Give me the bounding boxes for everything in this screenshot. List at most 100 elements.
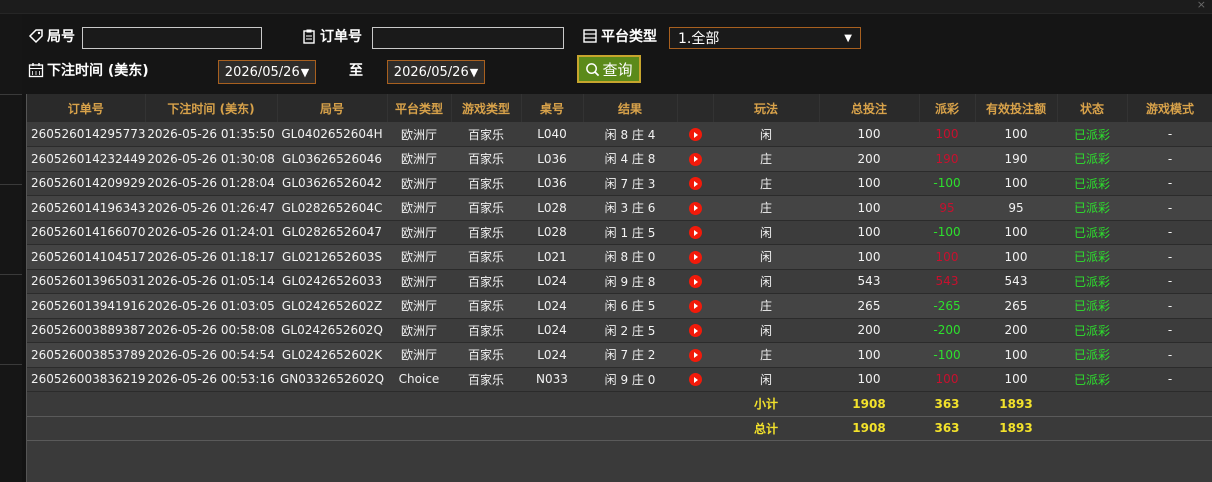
replay-cell[interactable] — [677, 244, 713, 270]
query-button[interactable]: 查询 — [577, 55, 641, 83]
order-input[interactable] — [372, 27, 564, 49]
col-header[interactable]: 有效投注额 — [975, 94, 1058, 122]
col-header[interactable]: 状态 — [1057, 94, 1128, 122]
grandtotal-row: 总计 1908 363 1893 — [27, 415, 1212, 441]
platform-cell: 欧洲厅 — [387, 171, 451, 196]
table-row[interactable]: 260526013965031 2026-05-26 01:05:14 GL0242… — [27, 269, 1212, 294]
table-row[interactable]: 260526014295773 2026-05-26 01:35:50 GL0402… — [27, 122, 1212, 147]
table-row[interactable]: 260526003836219 2026-05-26 00:53:16 GN0332… — [27, 367, 1212, 392]
valid-bet-cell: 100 — [975, 171, 1057, 196]
game-type-cell: 百家乐 — [451, 146, 521, 172]
game-type-cell: 百家乐 — [451, 269, 521, 294]
table-row[interactable]: 260526014104517 2026-05-26 01:18:17 GL0212… — [27, 244, 1212, 270]
round-id-cell: GL0282652604C — [277, 195, 387, 221]
table-id-cell: L021 — [521, 244, 583, 270]
order-id-cell: 260526003889387 — [27, 318, 145, 343]
result-cell: 闲 3 庄 6 — [583, 195, 677, 221]
date-to-picker[interactable]: 2026/05/26 ▼ — [387, 60, 485, 84]
round-id-cell: GN0332652602Q — [277, 367, 387, 392]
play-icon[interactable] — [688, 348, 702, 362]
play-icon[interactable] — [688, 373, 702, 387]
bet-time-cell: 2026-05-26 01:18:17 — [145, 244, 277, 270]
table-row[interactable]: 260526003889387 2026-05-26 00:58:08 GL0242… — [27, 318, 1212, 343]
replay-cell[interactable] — [677, 220, 713, 245]
table-id-cell: N033 — [521, 367, 583, 392]
col-header[interactable]: 玩法 — [713, 94, 820, 122]
date-from-picker[interactable]: 2026/05/26 ▼ — [218, 60, 316, 84]
replay-cell[interactable] — [677, 342, 713, 368]
replay-cell[interactable] — [677, 171, 713, 196]
total-bet-cell: 200 — [819, 146, 919, 172]
col-header[interactable]: 总投注 — [819, 94, 920, 122]
col-header[interactable]: 游戏模式 — [1127, 94, 1212, 122]
table-row[interactable]: 260526013941916 2026-05-26 01:03:05 GL0242… — [27, 293, 1212, 319]
order-id-cell: 260526013941916 — [27, 293, 145, 319]
col-header[interactable]: 平台类型 — [387, 94, 452, 122]
payout-cell: 543 — [919, 269, 975, 294]
total-bet-cell: 265 — [819, 293, 919, 319]
col-header[interactable]: 派彩 — [919, 94, 976, 122]
play-icon[interactable] — [688, 201, 702, 215]
replay-cell[interactable] — [677, 122, 713, 147]
col-header[interactable]: 下注时间 (美东) — [145, 94, 278, 122]
bet-time-cell: 2026-05-26 00:58:08 — [145, 318, 277, 343]
order-id-cell: 260526014232449 — [27, 146, 145, 172]
play-icon[interactable] — [688, 226, 702, 240]
play-icon[interactable] — [688, 177, 702, 191]
table-row[interactable]: 260526014196343 2026-05-26 01:26:47 GL0282… — [27, 195, 1212, 221]
bet-type-cell: 闲 — [713, 244, 819, 270]
play-icon[interactable] — [688, 275, 702, 289]
play-icon[interactable] — [688, 128, 702, 141]
subtotal-row-label: 小计 — [713, 391, 819, 417]
chevron-down-icon: ▼ — [300, 65, 310, 79]
order-id-cell: 260526003853789 — [27, 342, 145, 368]
round-label: 局号 — [28, 26, 75, 46]
table-row[interactable]: 260526014166070 2026-05-26 01:24:01 GL0282… — [27, 220, 1212, 245]
bet-type-cell: 闲 — [713, 122, 819, 147]
platform-cell: 欧洲厅 — [387, 146, 451, 172]
bet-time-cell: 2026-05-26 01:05:14 — [145, 269, 277, 294]
payout-cell: -100 — [919, 220, 975, 245]
round-input[interactable] — [82, 27, 262, 49]
col-header[interactable]: 结果 — [583, 94, 678, 122]
replay-cell[interactable] — [677, 293, 713, 319]
date-to-value: 2026/05/26 — [393, 64, 469, 80]
bet-type-cell: 庄 — [713, 342, 819, 368]
bet-time-cell: 2026-05-26 01:26:47 — [145, 195, 277, 221]
platform-cell: 欧洲厅 — [387, 220, 451, 245]
play-icon[interactable] — [688, 152, 702, 166]
col-header[interactable]: 局号 — [277, 94, 388, 122]
replay-cell[interactable] — [677, 146, 713, 172]
table-row[interactable]: 260526003853789 2026-05-26 00:54:54 GL0242… — [27, 342, 1212, 368]
game-mode-cell: - — [1127, 293, 1212, 319]
total-bet-cell: 200 — [819, 318, 919, 343]
table-row[interactable]: 260526014232449 2026-05-26 01:30:08 GL0362… — [27, 146, 1212, 172]
col-header[interactable]: 桌号 — [521, 94, 584, 122]
order-id-cell: 260526013965031 — [27, 269, 145, 294]
replay-cell[interactable] — [677, 195, 713, 221]
empty-cell — [1057, 415, 1212, 441]
close-icon[interactable]: × — [1197, 0, 1206, 11]
table-row[interactable]: 260526014209929 2026-05-26 01:28:04 GL0362… — [27, 171, 1212, 196]
col-header[interactable]: 订单号 — [27, 94, 146, 122]
table-id-cell: L024 — [521, 269, 583, 294]
col-header[interactable]: 游戏类型 — [451, 94, 522, 122]
table-id-cell: L040 — [521, 122, 583, 147]
platform-select[interactable]: 1.全部 ▼ — [669, 27, 861, 49]
empty-cell — [27, 391, 713, 417]
play-icon[interactable] — [688, 299, 702, 313]
play-icon[interactable] — [688, 324, 702, 338]
bet-type-cell: 庄 — [713, 195, 819, 221]
game-mode-cell: - — [1127, 367, 1212, 392]
calendar-icon — [28, 62, 44, 78]
top-strip: × — [0, 0, 1212, 14]
replay-cell[interactable] — [677, 367, 713, 392]
replay-cell[interactable] — [677, 269, 713, 294]
play-icon[interactable] — [688, 250, 702, 264]
table-id-cell: L028 — [521, 220, 583, 245]
status-cell: 已派彩 — [1057, 220, 1127, 245]
payout-cell: 100 — [919, 244, 975, 270]
status-cell: 已派彩 — [1057, 318, 1127, 343]
replay-cell[interactable] — [677, 318, 713, 343]
time-label-text: 下注时间 (美东) — [47, 63, 149, 79]
